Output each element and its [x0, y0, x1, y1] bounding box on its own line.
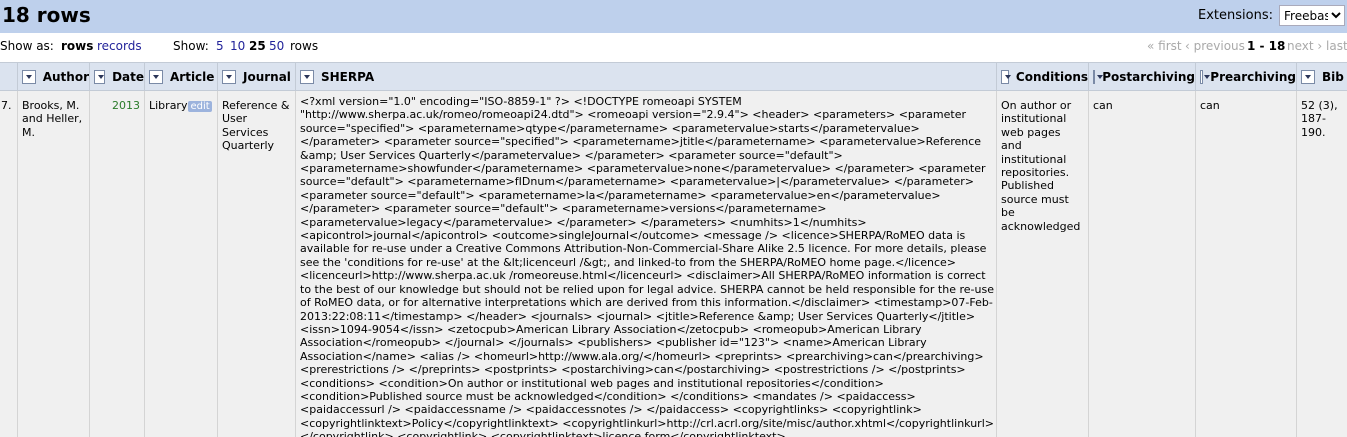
- show-as-label: Show as:: [0, 39, 54, 53]
- sherpa-column-menu-icon[interactable]: [300, 69, 314, 84]
- first-page-link[interactable]: « first: [1147, 39, 1182, 53]
- page-size-5-link[interactable]: 5: [216, 39, 224, 53]
- column-header-article: Article: [144, 63, 217, 90]
- column-header-sherpa-label: SHERPA: [321, 69, 375, 84]
- next-page-link[interactable]: next ›: [1287, 39, 1322, 53]
- article-column-menu-icon[interactable]: [149, 69, 163, 84]
- column-header-prearchiving-label: Prearchiving: [1210, 69, 1296, 84]
- column-header-article-label: Article: [170, 69, 215, 84]
- extensions-label: Extensions:: [1198, 8, 1273, 23]
- show-as-records-link[interactable]: records: [97, 39, 142, 53]
- column-header-journal-label: Journal: [243, 69, 291, 84]
- cell-article-text: Library: [149, 99, 188, 112]
- column-header-sherpa: SHERPA: [295, 63, 996, 90]
- options-bar: Show as: rows records Show: 5 10 25 50 r…: [0, 33, 1347, 61]
- author-column-menu-icon[interactable]: [22, 69, 36, 84]
- page-size-10-link[interactable]: 10: [230, 39, 245, 53]
- column-header-postarchiving: Postarchiving: [1088, 63, 1195, 90]
- column-header-postarchiving-label: Postarchiving: [1102, 69, 1195, 84]
- row-count-title: 18 rows: [2, 3, 91, 27]
- page-size-25-current: 25: [249, 39, 266, 53]
- previous-page-link[interactable]: ‹ previous: [1185, 39, 1245, 53]
- journal-column-menu-icon[interactable]: [222, 69, 236, 84]
- cell-author: Brooks, M. and Heller, M.: [17, 91, 89, 437]
- page-size-suffix: rows: [290, 39, 319, 53]
- cell-postarchiving: can: [1088, 91, 1195, 437]
- column-header-author: Author: [17, 63, 89, 90]
- bib-column-menu-icon[interactable]: [1301, 69, 1315, 84]
- cell-article: Library edit: [144, 91, 217, 437]
- column-header-conditions-label: Conditions: [1015, 69, 1088, 84]
- edit-button[interactable]: edit: [188, 101, 212, 112]
- cell-bib: 52 (3), 187-190.: [1296, 91, 1347, 437]
- table-header: Author Date Article Journal SHERPA Condi…: [0, 62, 1347, 92]
- column-header-conditions: Conditions: [996, 63, 1088, 90]
- column-header-date-label: Date: [112, 69, 144, 84]
- column-header-bib-label: Bib: [1322, 69, 1344, 84]
- last-page-link[interactable]: last: [1326, 39, 1347, 53]
- page-range: 1 - 18: [1247, 39, 1286, 53]
- top-bar: 18 rows Extensions: Freebase: [0, 0, 1347, 33]
- table-row: 7. Brooks, M. and Heller, M. 2013 Librar…: [0, 91, 1347, 437]
- cell-prearchiving: can: [1195, 91, 1296, 437]
- page-size-label: Show:: [173, 39, 209, 53]
- prearchiving-column-menu-icon[interactable]: [1200, 69, 1211, 84]
- extensions-select[interactable]: Freebase: [1279, 5, 1345, 26]
- conditions-column-menu-icon[interactable]: [1001, 69, 1011, 84]
- column-header-author-label: Author: [42, 69, 89, 84]
- header-spacer: [0, 63, 17, 90]
- column-header-date: Date: [89, 63, 144, 90]
- cell-journal: Reference & User Services Quarterly: [217, 91, 295, 437]
- cell-date: 2013: [89, 91, 144, 437]
- column-header-journal: Journal: [217, 63, 295, 90]
- cell-sherpa: <?xml version="1.0" encoding="ISO-8859-1…: [295, 91, 996, 437]
- column-header-prearchiving: Prearchiving: [1195, 63, 1296, 90]
- postarchiving-column-menu-icon[interactable]: [1093, 69, 1105, 84]
- page-size-50-link[interactable]: 50: [269, 39, 284, 53]
- show-as-rows: rows: [61, 39, 94, 53]
- row-number: 7.: [1, 99, 12, 112]
- date-column-menu-icon[interactable]: [94, 69, 106, 84]
- cell-conditions: On author or institutional web pages and…: [996, 91, 1088, 437]
- extensions-area: Extensions: Freebase: [1198, 5, 1345, 26]
- column-header-bib: Bib: [1296, 63, 1347, 90]
